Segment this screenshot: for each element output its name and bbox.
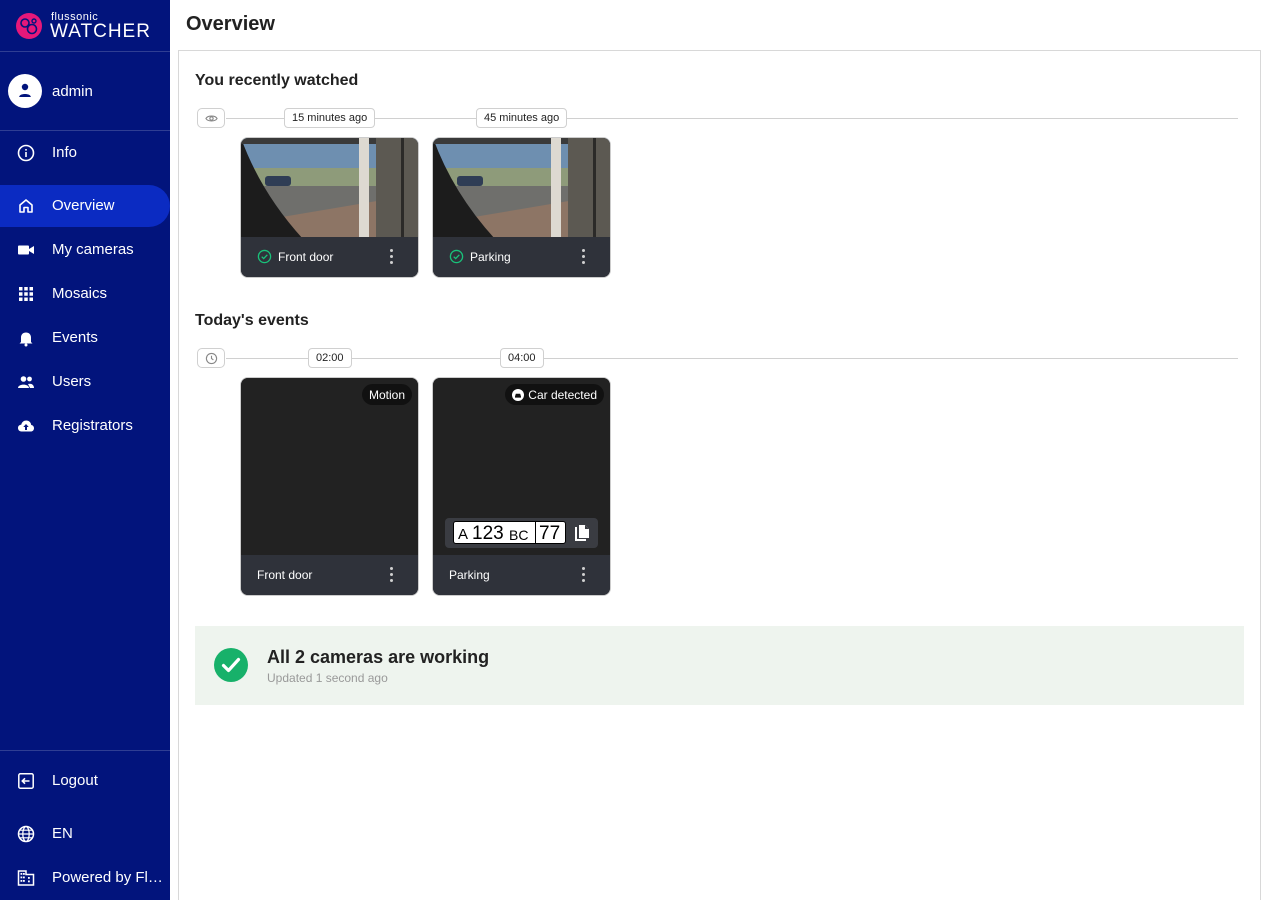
- status-title: All 2 cameras are working: [267, 647, 490, 667]
- plate-letter: A: [458, 526, 469, 543]
- license-plate: A 123 BC 77: [453, 521, 566, 544]
- nav-item-label: Mosaics: [52, 285, 108, 302]
- divider: [0, 750, 170, 751]
- clock-icon: [205, 352, 218, 365]
- event-card-footer: Front door: [241, 555, 418, 595]
- building-icon: [17, 870, 35, 886]
- plate-series: BC: [509, 527, 529, 543]
- car-icon: [512, 389, 525, 401]
- copy-icon[interactable]: [574, 524, 591, 543]
- license-plate-strip: A 123 BC 77: [445, 518, 598, 548]
- user-profile[interactable]: admin: [0, 70, 170, 112]
- event-badge-label: Car detected: [528, 388, 597, 402]
- camera-name: Front door: [257, 568, 313, 582]
- nav-item-my-cameras[interactable]: My cameras: [0, 229, 170, 271]
- plate-separator: [535, 522, 536, 543]
- nav-item-powered-by[interactable]: Powered by Flussonic: [0, 857, 170, 899]
- nav-item-mosaics[interactable]: Mosaics: [0, 273, 170, 315]
- nav-item-label: Info: [52, 144, 78, 161]
- timeline-line: [226, 118, 1238, 119]
- flussonic-logo-icon: [16, 13, 42, 39]
- timeline-label: 04:00: [500, 348, 544, 368]
- recently-watched-title: You recently watched: [195, 72, 359, 89]
- divider: [0, 51, 170, 52]
- camera-name: Front door: [278, 250, 334, 264]
- more-vert-icon[interactable]: [390, 249, 394, 265]
- nav-item-info[interactable]: Info: [0, 132, 170, 174]
- timeline-clock-button: [197, 348, 225, 368]
- home-icon: [19, 199, 33, 213]
- more-vert-icon[interactable]: [582, 249, 586, 265]
- cloud-upload-icon: [18, 420, 34, 432]
- eye-icon: [205, 115, 218, 122]
- info-icon: [17, 144, 35, 162]
- timeline-eye-button: [197, 108, 225, 128]
- check-circle-icon: [257, 249, 272, 264]
- user-name: admin: [52, 83, 93, 100]
- nav-item-label: Users: [52, 373, 92, 390]
- more-vert-icon[interactable]: [582, 567, 586, 583]
- event-card-car-detected[interactable]: Car detected A 123 BC 77 Parking: [432, 377, 611, 596]
- timeline-line: [226, 358, 1238, 359]
- nav-item-label: EN: [52, 825, 73, 842]
- camera-card-footer: Front door: [241, 237, 418, 277]
- event-badge: Motion: [361, 384, 412, 405]
- bell-icon: [19, 332, 33, 347]
- sidebar: flussonic WATCHER admin Info Overview My…: [0, 0, 170, 900]
- camera-card-front-door[interactable]: Front door: [240, 137, 419, 278]
- nav-item-label: Overview: [52, 197, 115, 214]
- nav-item-label: Events: [52, 329, 98, 346]
- camera-thumbnail[interactable]: [241, 138, 418, 239]
- grid-icon: [19, 287, 33, 301]
- more-vert-icon[interactable]: [390, 567, 394, 583]
- divider: [0, 130, 170, 131]
- timeline-label: 45 minutes ago: [476, 108, 568, 128]
- timeline-label: 15 minutes ago: [284, 108, 376, 128]
- users-icon: [18, 376, 34, 388]
- brand-logo[interactable]: flussonic WATCHER: [15, 10, 165, 42]
- event-card-footer: Parking: [433, 555, 610, 595]
- camera-name: Parking: [449, 568, 490, 582]
- nav-item-label: Powered by Flussonic: [52, 869, 164, 886]
- check-circle-icon: [449, 249, 464, 264]
- status-updated: Updated 1 second ago: [267, 671, 388, 685]
- check-circle-icon: [214, 648, 248, 682]
- nav-item-language[interactable]: EN: [0, 813, 170, 855]
- camera-thumbnail[interactable]: [433, 138, 610, 239]
- nav-item-logout[interactable]: Logout: [0, 760, 170, 802]
- nav-item-users[interactable]: Users: [0, 361, 170, 403]
- nav-item-registrators[interactable]: Registrators: [0, 405, 170, 447]
- todays-events-title: Today's events: [195, 312, 309, 329]
- camera-card-footer: Parking: [433, 237, 610, 277]
- logout-icon: [18, 773, 34, 789]
- camera-name: Parking: [470, 250, 511, 264]
- nav-item-label: Registrators: [52, 417, 133, 434]
- camera-status-banner: All 2 cameras are working Updated 1 seco…: [195, 626, 1244, 705]
- nav-item-label: Logout: [52, 772, 98, 789]
- event-card-motion[interactable]: Motion Front door: [240, 377, 419, 596]
- brand-big-text: WATCHER: [50, 21, 151, 42]
- person-icon: [19, 83, 31, 97]
- timeline-label: 02:00: [308, 348, 352, 368]
- nav-item-overview[interactable]: Overview: [0, 185, 170, 227]
- camera-card-parking[interactable]: Parking: [432, 137, 611, 278]
- event-badge: Car detected: [505, 384, 604, 405]
- nav-item-events[interactable]: Events: [0, 317, 170, 359]
- globe-icon: [17, 825, 35, 843]
- plate-region: 77: [539, 523, 561, 544]
- page-title: Overview: [186, 13, 275, 35]
- plate-number: 123: [472, 523, 504, 544]
- avatar: [8, 74, 42, 108]
- nav-item-label: My cameras: [52, 241, 134, 258]
- video-camera-icon: [18, 245, 34, 255]
